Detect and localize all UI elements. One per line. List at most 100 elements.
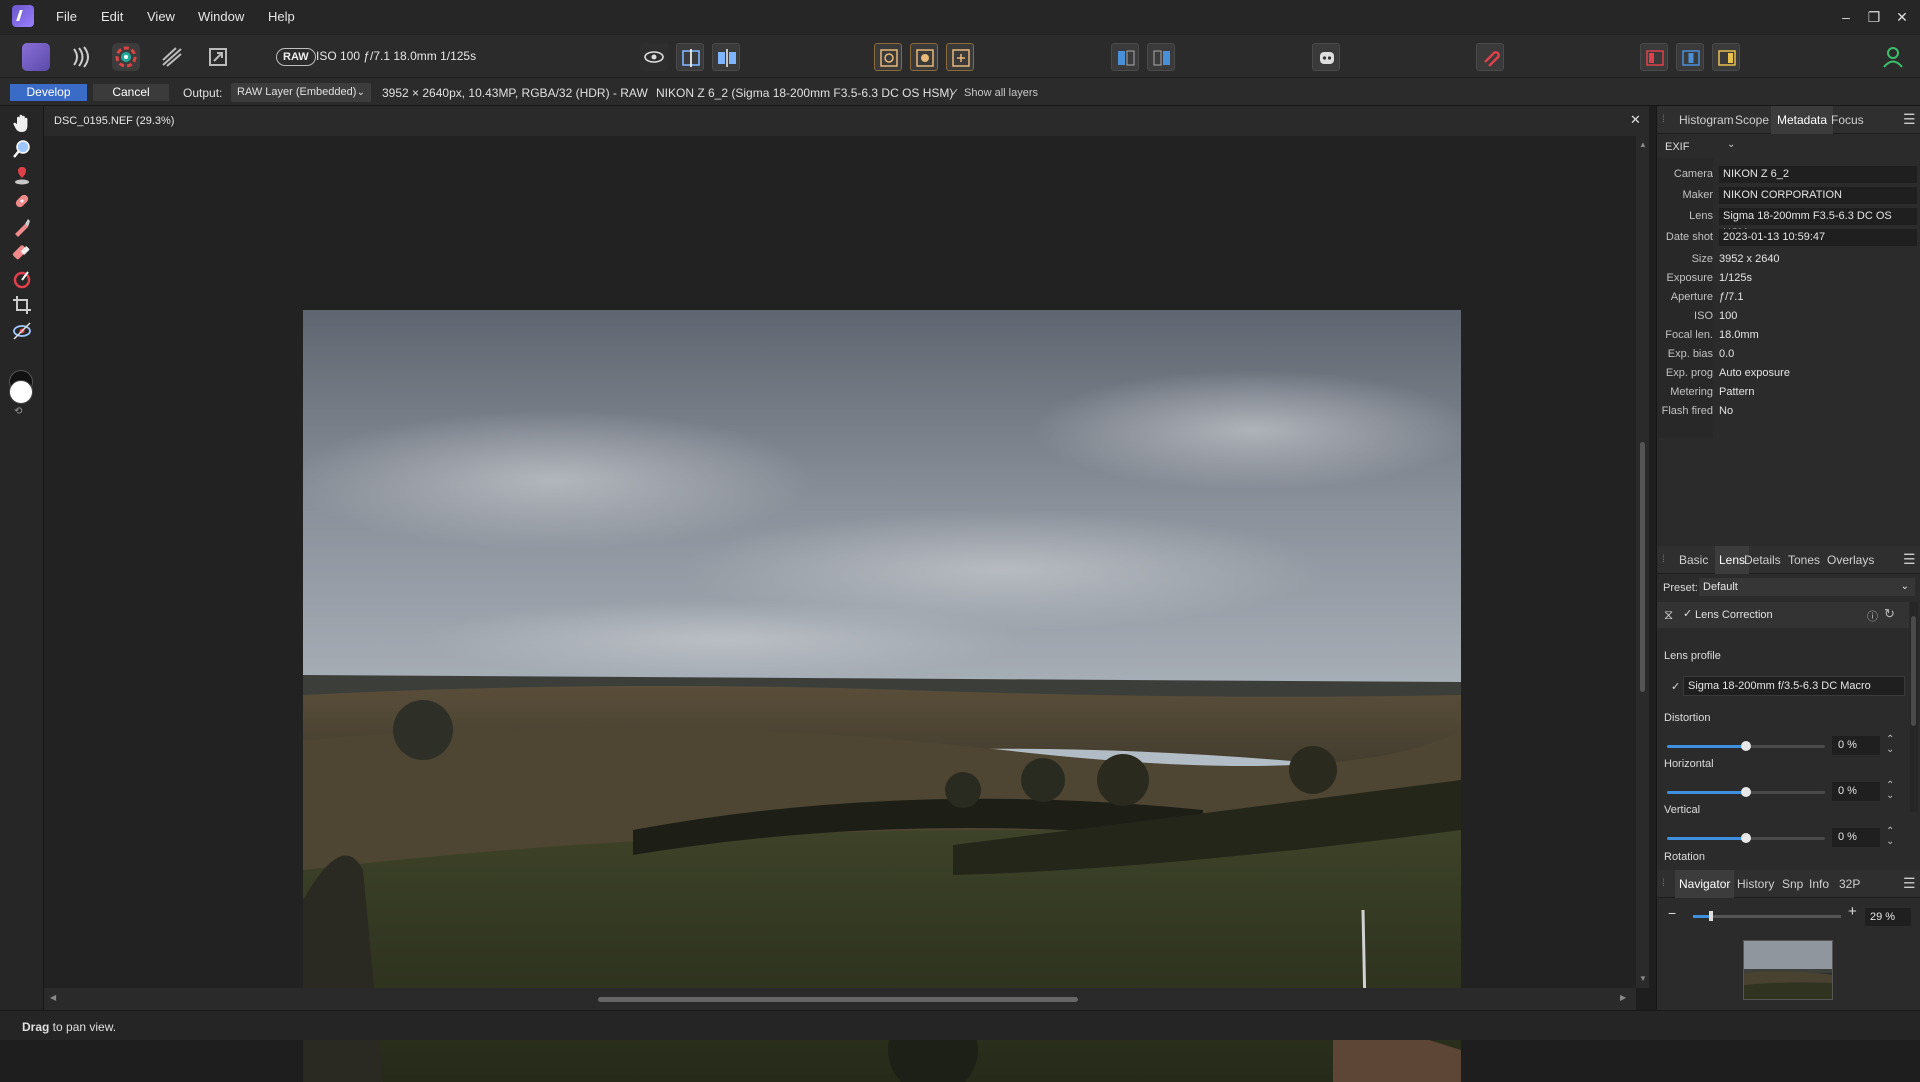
tab-focus[interactable]: Focus	[1831, 113, 1864, 127]
tab-tones[interactable]: Tones	[1788, 553, 1820, 567]
zoom-slider-track[interactable]	[1693, 911, 1841, 921]
blemish-tool-icon[interactable]	[11, 190, 33, 212]
slider-track[interactable]	[1667, 787, 1825, 797]
tab-history[interactable]: History	[1737, 877, 1774, 891]
develop-persona-icon[interactable]	[112, 43, 140, 71]
info-icon[interactable]: ⓘ	[1867, 608, 1878, 624]
horizontal-scrollbar[interactable]: ◀ ▶	[44, 988, 1636, 1010]
tab-overlays[interactable]: Overlays	[1827, 553, 1874, 567]
slider-knob[interactable]	[1741, 787, 1751, 797]
crop-tool-icon[interactable]	[11, 294, 33, 316]
zoom-out-icon[interactable]: −	[1668, 905, 1676, 921]
panel-menu-icon[interactable]: ☰	[1903, 551, 1916, 568]
tab-snapshots[interactable]: Snp	[1782, 877, 1803, 891]
reset-icon[interactable]: ↻	[1884, 606, 1895, 622]
slider-value-field[interactable]: 0 %	[1832, 736, 1880, 755]
develop-scroll-thumb[interactable]	[1911, 616, 1916, 726]
user-account-icon[interactable]	[1878, 42, 1908, 72]
minimize-icon[interactable]: –	[1832, 4, 1860, 30]
liquify-persona-icon[interactable]	[68, 43, 96, 71]
scroll-down-icon[interactable]: ▼	[1639, 974, 1647, 983]
tab-navigator[interactable]: Navigator	[1675, 870, 1735, 898]
export-persona-icon[interactable]	[204, 43, 232, 71]
document-tab[interactable]: DSC_0195.NEF (29.3%) ✕	[44, 106, 1649, 136]
panel-menu-icon[interactable]: ☰	[1903, 875, 1916, 892]
lens-correction-checkbox[interactable]: ✓	[1683, 607, 1692, 620]
develop-button[interactable]: Develop	[10, 84, 87, 101]
tab-details[interactable]: Details	[1744, 553, 1781, 567]
white-balance-tool-icon[interactable]	[11, 164, 33, 186]
develop-scrollbar[interactable]	[1910, 602, 1918, 812]
panel-layout-2-icon[interactable]	[1676, 43, 1704, 71]
horizontal-scroll-thumb[interactable]	[598, 997, 1078, 1002]
preset-select[interactable]: Default ⌄	[1699, 578, 1915, 596]
menu-view[interactable]: View	[147, 9, 175, 24]
mirror-view-icon[interactable]	[712, 43, 740, 71]
tab-basic[interactable]: Basic	[1679, 553, 1708, 567]
metadata-section-select[interactable]: EXIF ⌄	[1657, 134, 1920, 158]
panel-layout-1-icon[interactable]	[1640, 43, 1668, 71]
clipped-highlights-icon[interactable]	[874, 43, 902, 71]
stepper-icon[interactable]: ⌃ ⌄	[1886, 735, 1894, 755]
swap-colors-icon[interactable]: ⟲	[14, 406, 22, 417]
tone-mapping-persona-icon[interactable]	[158, 43, 186, 71]
red-eye-icon[interactable]	[1476, 43, 1504, 71]
clipped-tones-icon[interactable]	[946, 43, 974, 71]
metadata-field[interactable]: Sigma 18-200mm F3.5-6.3 DC OS HSM	[1719, 208, 1917, 239]
develop-assistant-icon[interactable]	[1312, 43, 1340, 71]
menu-file[interactable]: File	[56, 9, 77, 24]
hand-tool-icon[interactable]	[11, 112, 33, 134]
menu-edit[interactable]: Edit	[101, 9, 123, 24]
tab-histogram[interactable]: Histogram	[1679, 113, 1734, 127]
slider-knob[interactable]	[1741, 833, 1751, 843]
clipped-shadows-icon[interactable]	[910, 43, 938, 71]
close-window-icon[interactable]: ✕	[1888, 4, 1916, 30]
canvas-area[interactable]	[44, 136, 1636, 1082]
stepper-icon[interactable]: ⌃ ⌄	[1886, 827, 1894, 847]
grip-icon[interactable]: ⁞	[1662, 554, 1665, 565]
slider-knob[interactable]	[1741, 741, 1751, 751]
output-select[interactable]: RAW Layer (Embedded) ⌄	[231, 83, 371, 102]
tab-32p[interactable]: 32P	[1839, 877, 1860, 891]
slider-track[interactable]	[1667, 741, 1825, 751]
split-view-icon[interactable]	[676, 43, 704, 71]
scroll-up-icon[interactable]: ▲	[1639, 140, 1647, 149]
zoom-slider-knob[interactable]	[1709, 911, 1713, 921]
lens-profile-select[interactable]: Sigma 18-200mm f/3.5-6.3 DC Macro	[1683, 676, 1905, 696]
cancel-button[interactable]: Cancel	[93, 84, 169, 101]
metadata-field[interactable]: NIKON Z 6_2	[1719, 166, 1917, 183]
scroll-left-icon[interactable]: ◀	[50, 993, 56, 1002]
slider-value-field[interactable]: 0 %	[1832, 782, 1880, 801]
primary-color-swatch[interactable]	[9, 380, 33, 404]
lens-profile-checkbox[interactable]: ✓	[1671, 680, 1680, 693]
zoom-field[interactable]: 29 %	[1865, 908, 1911, 926]
slider-value-field[interactable]: 0 %	[1832, 828, 1880, 847]
panel-layout-3-icon[interactable]	[1712, 43, 1740, 71]
metadata-field[interactable]: NIKON CORPORATION	[1719, 187, 1917, 204]
eye-icon[interactable]	[640, 43, 668, 71]
tab-metadata[interactable]: Metadata	[1771, 106, 1834, 134]
scroll-right-icon[interactable]: ▶	[1620, 993, 1626, 1002]
assistant-right-icon[interactable]	[1147, 43, 1175, 71]
zoom-tool-icon[interactable]	[11, 138, 33, 160]
assistant-left-icon[interactable]	[1111, 43, 1139, 71]
overlay-erase-icon[interactable]	[11, 242, 33, 264]
zoom-in-icon[interactable]: +	[1848, 903, 1857, 920]
overlay-paint-icon[interactable]	[11, 216, 33, 238]
photo-persona-icon[interactable]	[22, 43, 50, 71]
vertical-scroll-thumb[interactable]	[1640, 442, 1645, 692]
menu-window[interactable]: Window	[198, 9, 244, 24]
menu-help[interactable]: Help	[268, 9, 295, 24]
red-eye-tool-icon[interactable]	[11, 320, 33, 342]
tab-scope[interactable]: Scope	[1735, 113, 1769, 127]
tab-info[interactable]: Info	[1809, 877, 1829, 891]
stepper-icon[interactable]: ⌃ ⌄	[1886, 781, 1894, 801]
overlay-gradient-icon[interactable]	[11, 268, 33, 290]
grip-icon[interactable]: ⁞	[1662, 114, 1665, 125]
grip-icon[interactable]: ⁞	[1662, 878, 1665, 889]
navigator-thumbnail[interactable]	[1743, 940, 1833, 1000]
close-document-icon[interactable]: ✕	[1630, 112, 1641, 128]
show-layers-checkbox[interactable]: ✓	[950, 86, 959, 99]
slider-track[interactable]	[1667, 833, 1825, 843]
metadata-field[interactable]: 2023-01-13 10:59:47	[1719, 229, 1917, 246]
